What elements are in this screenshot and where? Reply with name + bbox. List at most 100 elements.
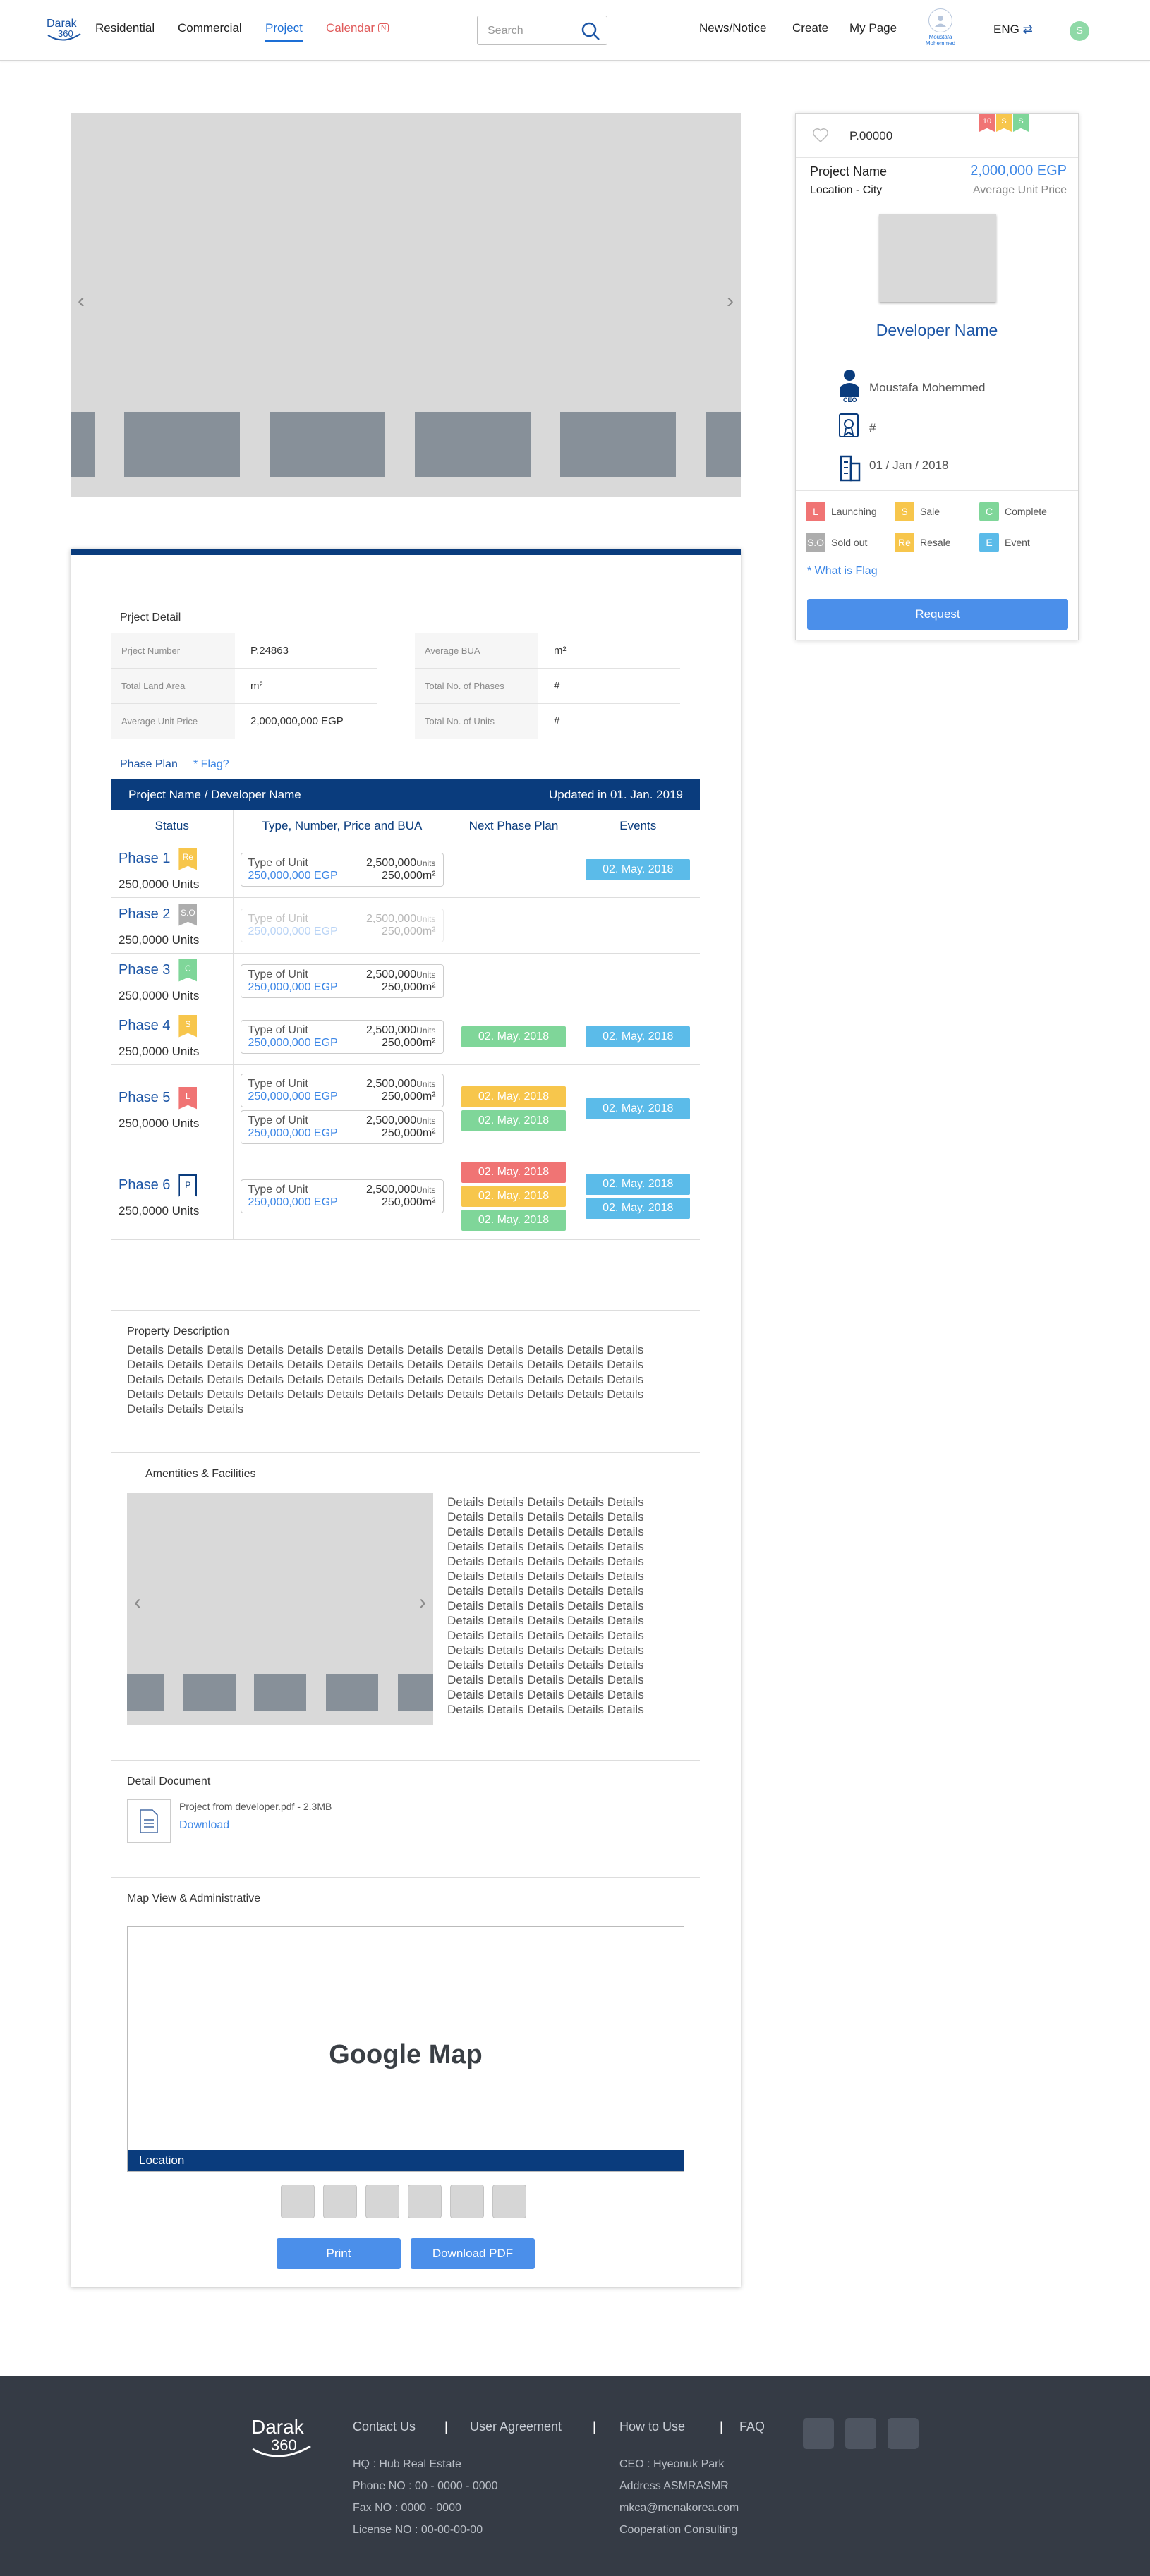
legend-label: Event: [1005, 537, 1030, 548]
gallery-next-icon[interactable]: ›: [727, 291, 734, 312]
amenities-thumbnail[interactable]: [326, 1674, 378, 1711]
darak-logo[interactable]: Darak 360: [44, 14, 85, 44]
description-line: Details Details Details Details Details …: [127, 1387, 644, 1401]
download-link[interactable]: Download: [179, 1819, 229, 1832]
amenities-next-icon[interactable]: ›: [419, 1592, 426, 1613]
unit-count-unit: Units: [416, 858, 436, 868]
event-date[interactable]: 02. May. 2018: [586, 1026, 691, 1047]
next-phase-date[interactable]: 02. May. 2018: [461, 1161, 566, 1183]
footer-info-line: Cooperation Consulting: [619, 2524, 738, 2536]
phase-status-flag: P: [178, 1174, 198, 1197]
gallery-thumbnail[interactable]: [560, 412, 676, 477]
search-icon[interactable]: [580, 20, 601, 42]
legend-label: Sold out: [831, 537, 868, 548]
detail-row: Total No. of Units #: [415, 704, 680, 739]
unit-count-value: 2,500,000: [365, 856, 417, 869]
social-icon[interactable]: [803, 2418, 834, 2449]
user-avatar-icon: [928, 8, 952, 32]
unit-type-box[interactable]: Type of Unit 2,500,000Units 250,000,000 EG…: [240, 852, 444, 887]
unit-type-box[interactable]: Type of Unit 2,500,000Units 250,000,000 EG…: [240, 1073, 444, 1107]
gallery-thumbnail[interactable]: [706, 412, 741, 477]
phase-name[interactable]: Phase 5 L: [119, 1086, 226, 1110]
language-switch[interactable]: ENG ⇄: [993, 23, 1033, 37]
footer-faq-link[interactable]: FAQ: [739, 2419, 765, 2434]
nav-create[interactable]: Create: [792, 21, 828, 35]
phase-name[interactable]: Phase 6 P: [119, 1174, 226, 1197]
nav-commercial[interactable]: Commercial: [178, 21, 242, 35]
unit-type-box[interactable]: Type of Unit 2,500,000Units 250,000,000 EG…: [240, 1110, 444, 1144]
nav-mypage[interactable]: My Page: [849, 21, 897, 35]
phase-name[interactable]: Phase 2 S.O: [119, 903, 226, 926]
next-phase-date[interactable]: 02. May. 2018: [461, 1185, 566, 1207]
phase-name[interactable]: Phase 4 S: [119, 1014, 226, 1038]
project-detail-title: Prject Detail: [120, 612, 181, 624]
detail-key: Total Land Area: [111, 669, 235, 703]
share-button[interactable]: [450, 2185, 484, 2218]
detail-key: Prject Number: [111, 633, 235, 668]
footer-contact-link[interactable]: Contact Us: [353, 2419, 416, 2434]
social-icon[interactable]: [845, 2418, 876, 2449]
next-phase-date[interactable]: 02. May. 2018: [461, 1026, 566, 1047]
unit-type-box[interactable]: Type of Unit 2,500,000Units 250,000,000 EG…: [240, 908, 444, 942]
next-phase-date[interactable]: 02. May. 2018: [461, 1086, 566, 1107]
favorite-button[interactable]: [806, 121, 835, 150]
amenities-thumbnail[interactable]: [127, 1674, 164, 1711]
print-button[interactable]: Print: [277, 2238, 401, 2269]
footer-howto-link[interactable]: How to Use: [619, 2419, 685, 2434]
next-phase-date[interactable]: 02. May. 2018: [461, 1110, 566, 1131]
unit-type-box[interactable]: Type of Unit 2,500,000Units 250,000,000 EG…: [240, 1179, 444, 1213]
share-button[interactable]: [281, 2185, 315, 2218]
footer-logo[interactable]: Darak 360: [247, 2412, 315, 2462]
event-date[interactable]: 02. May. 2018: [586, 1197, 691, 1219]
user-profile[interactable]: Moustafa Mohemmed: [916, 8, 965, 47]
amenities-thumbnail[interactable]: [183, 1674, 236, 1711]
unit-type-box[interactable]: Type of Unit 2,500,000Units 250,000,000 EG…: [240, 1019, 444, 1054]
footer-agreement-link[interactable]: User Agreement: [470, 2419, 562, 2434]
download-pdf-button[interactable]: Download PDF: [411, 2238, 535, 2269]
phase-row: Phase 3 C 250,0000 Units Type of Unit 2,500,…: [111, 953, 700, 1009]
next-phase-date[interactable]: 02. May. 2018: [461, 1209, 566, 1231]
phase-status-flag: S.O: [178, 903, 198, 926]
share-button[interactable]: [323, 2185, 357, 2218]
developer-name[interactable]: Developer Name: [796, 321, 1078, 340]
flag-help-link[interactable]: * Flag?: [193, 758, 229, 771]
unit-type-box[interactable]: Type of Unit 2,500,000Units 250,000,000 EG…: [240, 964, 444, 998]
gallery-thumbnail[interactable]: [71, 412, 95, 477]
gallery-thumbnail[interactable]: [415, 412, 531, 477]
nav-residential[interactable]: Residential: [95, 21, 155, 35]
user-name: Moustafa Mohemmed: [925, 34, 956, 47]
event-date[interactable]: 02. May. 2018: [586, 1098, 691, 1119]
google-map[interactable]: Google Map Location: [127, 1926, 684, 2172]
search-input[interactable]: Search: [477, 16, 607, 45]
document-icon[interactable]: [127, 1799, 171, 1843]
share-button[interactable]: [408, 2185, 442, 2218]
event-date[interactable]: 02. May. 2018: [586, 1173, 691, 1195]
amenities-line: Details Details Details Details Details: [447, 1525, 644, 1538]
footer-info-line: HQ : Hub Real Estate: [353, 2458, 461, 2470]
amenities-thumbnail[interactable]: [398, 1674, 433, 1711]
nav-project[interactable]: Project: [265, 21, 303, 42]
nav-calendar[interactable]: Calendar N: [326, 21, 389, 35]
gallery-thumbnail[interactable]: [124, 412, 240, 477]
unit-bua: 250,000m²: [382, 1090, 436, 1102]
amenities-prev-icon[interactable]: ‹: [134, 1592, 141, 1613]
amenities-thumbnail[interactable]: [254, 1674, 306, 1711]
unit-price: 250,000,000 EGP: [248, 980, 338, 993]
gallery-thumbnail[interactable]: [270, 412, 385, 477]
status-flag: S: [1013, 114, 1029, 132]
what-is-flag-link[interactable]: * What is Flag: [807, 565, 878, 578]
nav-news[interactable]: News/Notice: [699, 21, 766, 35]
user-status-avatar[interactable]: S: [1070, 21, 1089, 41]
event-date[interactable]: 02. May. 2018: [586, 858, 691, 880]
social-icon[interactable]: [888, 2418, 919, 2449]
share-button[interactable]: [492, 2185, 526, 2218]
phase-header-right: Updated in 01. Jan. 2019: [549, 788, 683, 801]
phase-row: Phase 1 Re 250,0000 Units Type of Unit 2,500…: [111, 842, 700, 898]
phase-name[interactable]: Phase 1 Re: [119, 847, 226, 870]
share-button[interactable]: [365, 2185, 399, 2218]
gallery-prev-icon[interactable]: ‹: [78, 291, 85, 312]
footer-info-line: Phone NO : 00 - 0000 - 0000: [353, 2480, 498, 2492]
col-type: Type, Number, Price and BUA: [232, 810, 452, 842]
phase-name[interactable]: Phase 3 C: [119, 959, 226, 982]
request-button[interactable]: Request: [807, 599, 1068, 630]
